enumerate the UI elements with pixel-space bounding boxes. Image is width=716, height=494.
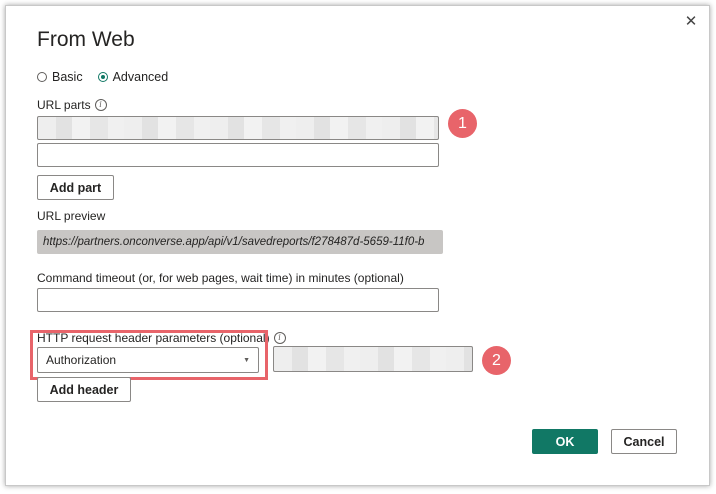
add-header-button[interactable]: Add header bbox=[37, 377, 131, 402]
radio-basic-label: Basic bbox=[52, 70, 83, 84]
close-icon[interactable]: ✕ bbox=[682, 12, 700, 30]
info-icon[interactable]: i bbox=[273, 332, 286, 344]
cancel-button[interactable]: Cancel bbox=[611, 429, 677, 454]
dialog-title: From Web bbox=[37, 28, 135, 51]
url-parts-label: URL parts i bbox=[37, 98, 107, 112]
header-highlight-box bbox=[30, 330, 268, 380]
ok-button[interactable]: OK bbox=[532, 429, 598, 454]
url-part-1-input[interactable] bbox=[37, 116, 439, 140]
callout-badge-1: 1 bbox=[448, 109, 477, 138]
url-parts-label-text: URL parts bbox=[37, 98, 91, 112]
radio-advanced-label: Advanced bbox=[112, 70, 169, 84]
timeout-label: Command timeout (or, for web pages, wait… bbox=[37, 271, 404, 285]
add-part-button[interactable]: Add part bbox=[37, 175, 114, 200]
url-preview-label: URL preview bbox=[37, 209, 106, 223]
header-value-input[interactable] bbox=[273, 346, 473, 372]
url-preview-field: https://partners.onconverse.app/api/v1/s… bbox=[37, 230, 443, 254]
radio-basic[interactable]: Basic bbox=[37, 70, 83, 84]
callout-badge-2: 2 bbox=[482, 346, 511, 375]
mode-radio-group: Basic Advanced bbox=[37, 70, 183, 84]
radio-advanced[interactable]: Advanced bbox=[97, 70, 169, 84]
radio-basic-circle[interactable] bbox=[37, 72, 47, 82]
url-part-2-input[interactable] bbox=[37, 143, 439, 167]
timeout-input[interactable] bbox=[37, 288, 439, 312]
from-web-dialog: ✕ From Web Basic Advanced URL parts i Ad… bbox=[5, 5, 710, 486]
info-icon[interactable]: i bbox=[94, 99, 107, 111]
radio-advanced-circle[interactable] bbox=[97, 72, 108, 82]
